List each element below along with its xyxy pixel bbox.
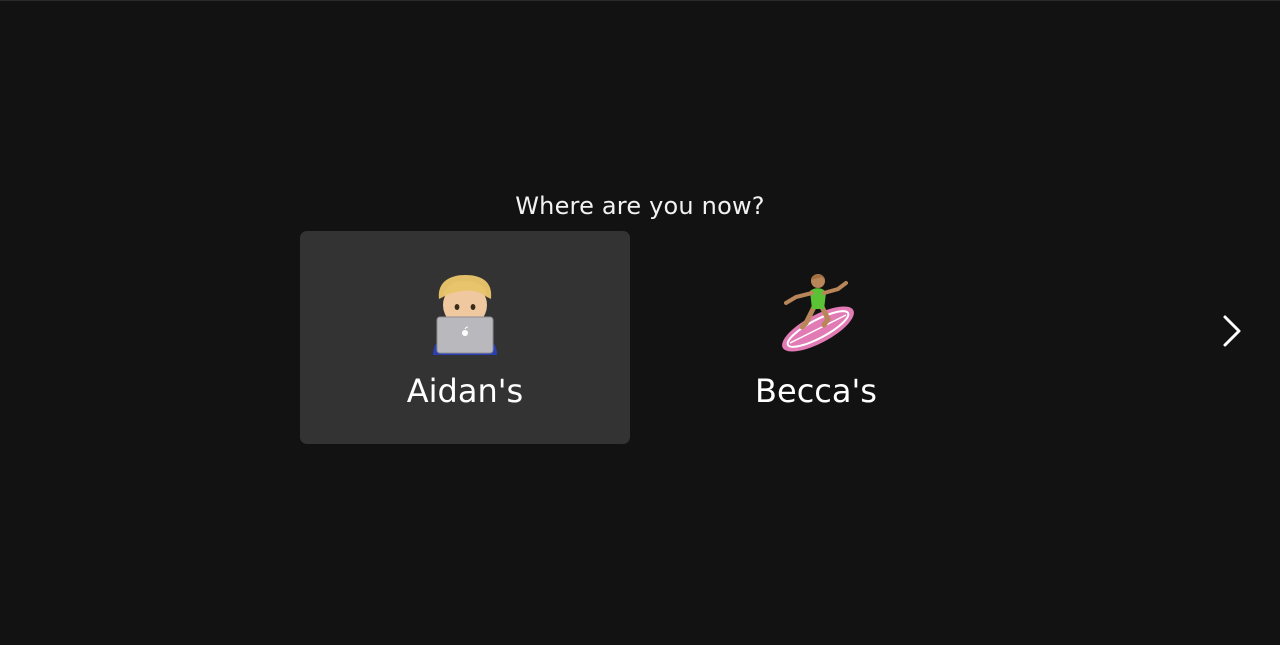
woman-surfing-icon (651, 271, 981, 355)
location-picker-screen: Where are you now? Aidan's Becca's (0, 0, 1280, 645)
option-label: Aidan's (406, 372, 524, 410)
option-label: Becca's (755, 372, 877, 410)
next-arrow-button[interactable] (1212, 307, 1252, 355)
option-aidans[interactable]: Aidan's (300, 231, 630, 444)
option-beccas[interactable]: Becca's (651, 231, 981, 444)
chevron-right-icon (1223, 315, 1241, 347)
prompt-text: Where are you now? (515, 192, 765, 220)
location-options: Aidan's Becca's (300, 231, 1002, 444)
person-at-laptop-icon (300, 271, 630, 355)
